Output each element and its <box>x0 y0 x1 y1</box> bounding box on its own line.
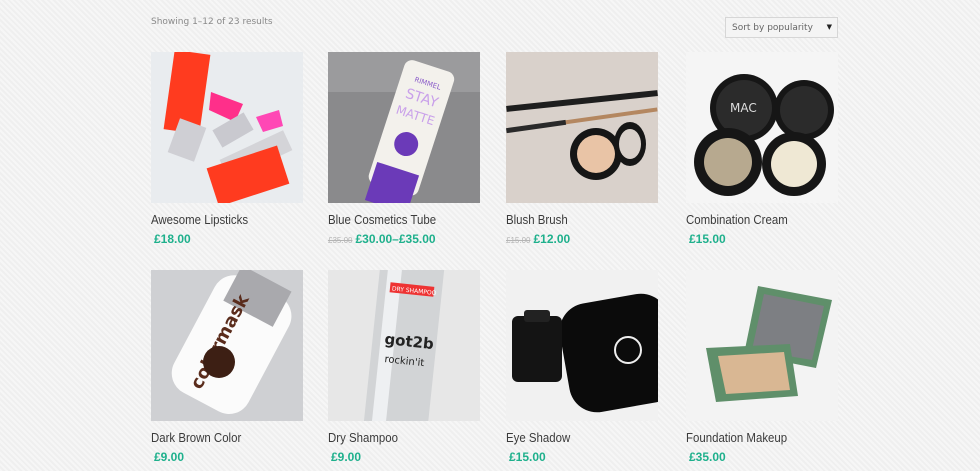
product-title[interactable]: Blue Cosmetics Tube <box>328 212 462 227</box>
product-title[interactable]: Foundation Makeup <box>686 430 820 445</box>
eye-shadow-image <box>506 270 658 421</box>
product-card: DRY SHAMPOO got2b rockin'it Dry Shampoo … <box>328 270 480 464</box>
compact-logo-text: MAC <box>730 101 757 115</box>
product-price: £35.00 <box>686 450 838 464</box>
foundation-makeup-image <box>686 270 838 421</box>
product-price: £9.00 <box>151 450 303 464</box>
dry-shampoo-image: DRY SHAMPOO got2b rockin'it <box>328 270 480 421</box>
product-title[interactable]: Combination Cream <box>686 212 820 227</box>
product-image-link[interactable] <box>686 270 838 421</box>
combination-cream-image: MAC <box>686 52 838 203</box>
cosmetics-tube-image: RIMMEL STAY MATTE <box>328 52 480 203</box>
product-image-link[interactable]: RIMMEL STAY MATTE <box>328 52 480 203</box>
lipsticks-image <box>151 52 303 203</box>
product-image-link[interactable] <box>506 270 658 421</box>
result-count: Showing 1–12 of 23 results <box>151 17 273 27</box>
product-price: £9.00 <box>328 450 480 464</box>
product-card: MAC Combination Cream £15.00 <box>686 52 838 246</box>
sort-select-value: Sort by popularity <box>732 23 813 33</box>
product-title[interactable]: Blush Brush <box>506 212 640 227</box>
sort-select[interactable]: Sort by popularity ▼ <box>725 17 838 38</box>
product-old-price: £15.00 <box>506 236 531 245</box>
blush-brush-image <box>506 52 658 203</box>
product-current-price: £15.00 <box>689 232 726 246</box>
product-title[interactable]: Dark Brown Color <box>151 430 285 445</box>
product-current-price: £15.00 <box>509 450 546 464</box>
product-price: £15.00 <box>686 232 838 246</box>
hair-color-image: colormask <box>151 270 303 421</box>
product-image-link[interactable]: colormask <box>151 270 303 421</box>
product-price: £15.00 £12.00 <box>506 232 658 246</box>
product-current-price: £18.00 <box>154 232 191 246</box>
product-card: Awesome Lipsticks £18.00 <box>151 52 303 246</box>
product-image-link[interactable] <box>506 52 658 203</box>
product-price: £18.00 <box>151 232 303 246</box>
product-current-price: £35.00 <box>689 450 726 464</box>
product-image-link[interactable] <box>151 52 303 203</box>
product-card: Blush Brush £15.00 £12.00 <box>506 52 658 246</box>
product-price: £35.00 £30.00–£35.00 <box>328 232 480 246</box>
product-current-price: £9.00 <box>154 450 185 464</box>
product-old-price: £35.00 <box>328 236 353 245</box>
product-card: colormask Dark Brown Color £9.00 <box>151 270 303 464</box>
product-card: RIMMEL STAY MATTE Blue Cosmetics Tube £3… <box>328 52 480 246</box>
product-image-link[interactable]: DRY SHAMPOO got2b rockin'it <box>328 270 480 421</box>
product-card: Eye Shadow £15.00 <box>506 270 658 464</box>
product-title[interactable]: Awesome Lipsticks <box>151 212 285 227</box>
product-card: Foundation Makeup £35.00 <box>686 270 838 464</box>
dropdown-arrow-icon: ▼ <box>826 23 832 31</box>
product-current-price: £9.00 <box>331 450 362 464</box>
product-title[interactable]: Eye Shadow <box>506 430 640 445</box>
product-title[interactable]: Dry Shampoo <box>328 430 462 445</box>
product-current-price: £30.00–£35.00 <box>355 232 436 246</box>
product-current-price: £12.00 <box>533 232 571 246</box>
product-image-link[interactable]: MAC <box>686 52 838 203</box>
product-price: £15.00 <box>506 450 658 464</box>
